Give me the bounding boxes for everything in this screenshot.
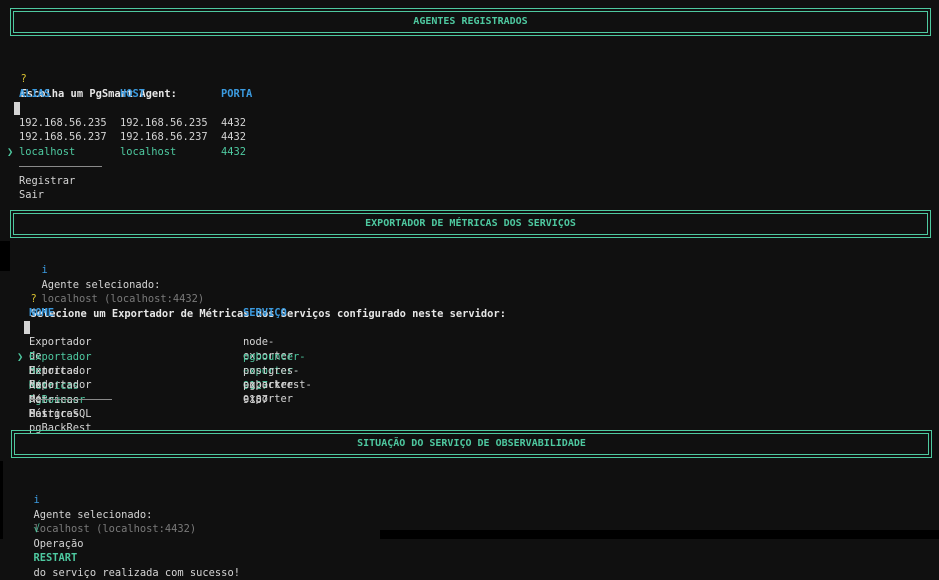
pointer-icon: ❯ [7, 146, 14, 158]
column-header-port: PORTA [221, 88, 253, 100]
status-message: √ Operação RESTART do serviço realizada … [21, 508, 240, 580]
row-alias: 192.168.56.237 [19, 131, 107, 143]
message-after: do serviço realizada com sucesso! [33, 566, 240, 579]
separator [29, 399, 112, 400]
row-service: pgbackrest-exporter [243, 379, 312, 406]
menu-item-sair[interactable]: Sair [19, 188, 44, 202]
shade-strip-bottom [380, 530, 939, 539]
column-header-service: SERVIÇO [243, 307, 287, 319]
row-alias: localhost [19, 146, 76, 158]
info-icon: i [33, 494, 40, 507]
info-icon: i [41, 264, 48, 277]
panel-header-status: SITUAÇÃO DO SERVIÇO DE OBSERVABILIDADE [11, 430, 932, 458]
panel-title: EXPORTADOR DE MÉTRICAS DOS SERVIÇOS [365, 217, 576, 229]
message-before: Operação [33, 537, 84, 550]
question-mark-icon: ? [20, 73, 27, 86]
check-icon: √ [33, 523, 40, 536]
menu-item-sair[interactable]: Sair [29, 407, 54, 421]
message-keyword: RESTART [33, 552, 78, 565]
panel-title: AGENTES REGISTRADOS [413, 15, 528, 27]
shade-strip [0, 241, 10, 271]
row-port: 4432 [221, 131, 247, 143]
panel-header-agents: AGENTES REGISTRADOS [10, 8, 931, 36]
menu-item-registrar[interactable]: Registrar [19, 174, 75, 188]
row-port: 4432 [221, 117, 247, 129]
panel-title: SITUAÇÃO DO SERVIÇO DE OBSERVABILIDADE [357, 437, 586, 449]
row-host: 192.168.56.237 [120, 131, 208, 143]
row-host: 192.168.56.235 [120, 117, 208, 129]
row-port: 4432 [221, 146, 247, 158]
separator [19, 166, 102, 167]
column-header-host: HOST [120, 88, 146, 100]
shade-strip-left [0, 461, 3, 539]
row-host: localhost [120, 146, 177, 158]
column-header-alias: ALIAS [19, 88, 51, 100]
column-header-name: NOME [29, 307, 55, 319]
panel-header-exporters: EXPORTADOR DE MÉTRICAS DOS SERVIÇOS [10, 210, 931, 238]
question-mark-icon: ? [30, 293, 37, 306]
row-alias: 192.168.56.235 [19, 117, 107, 129]
pointer-icon: ❯ [17, 351, 24, 363]
